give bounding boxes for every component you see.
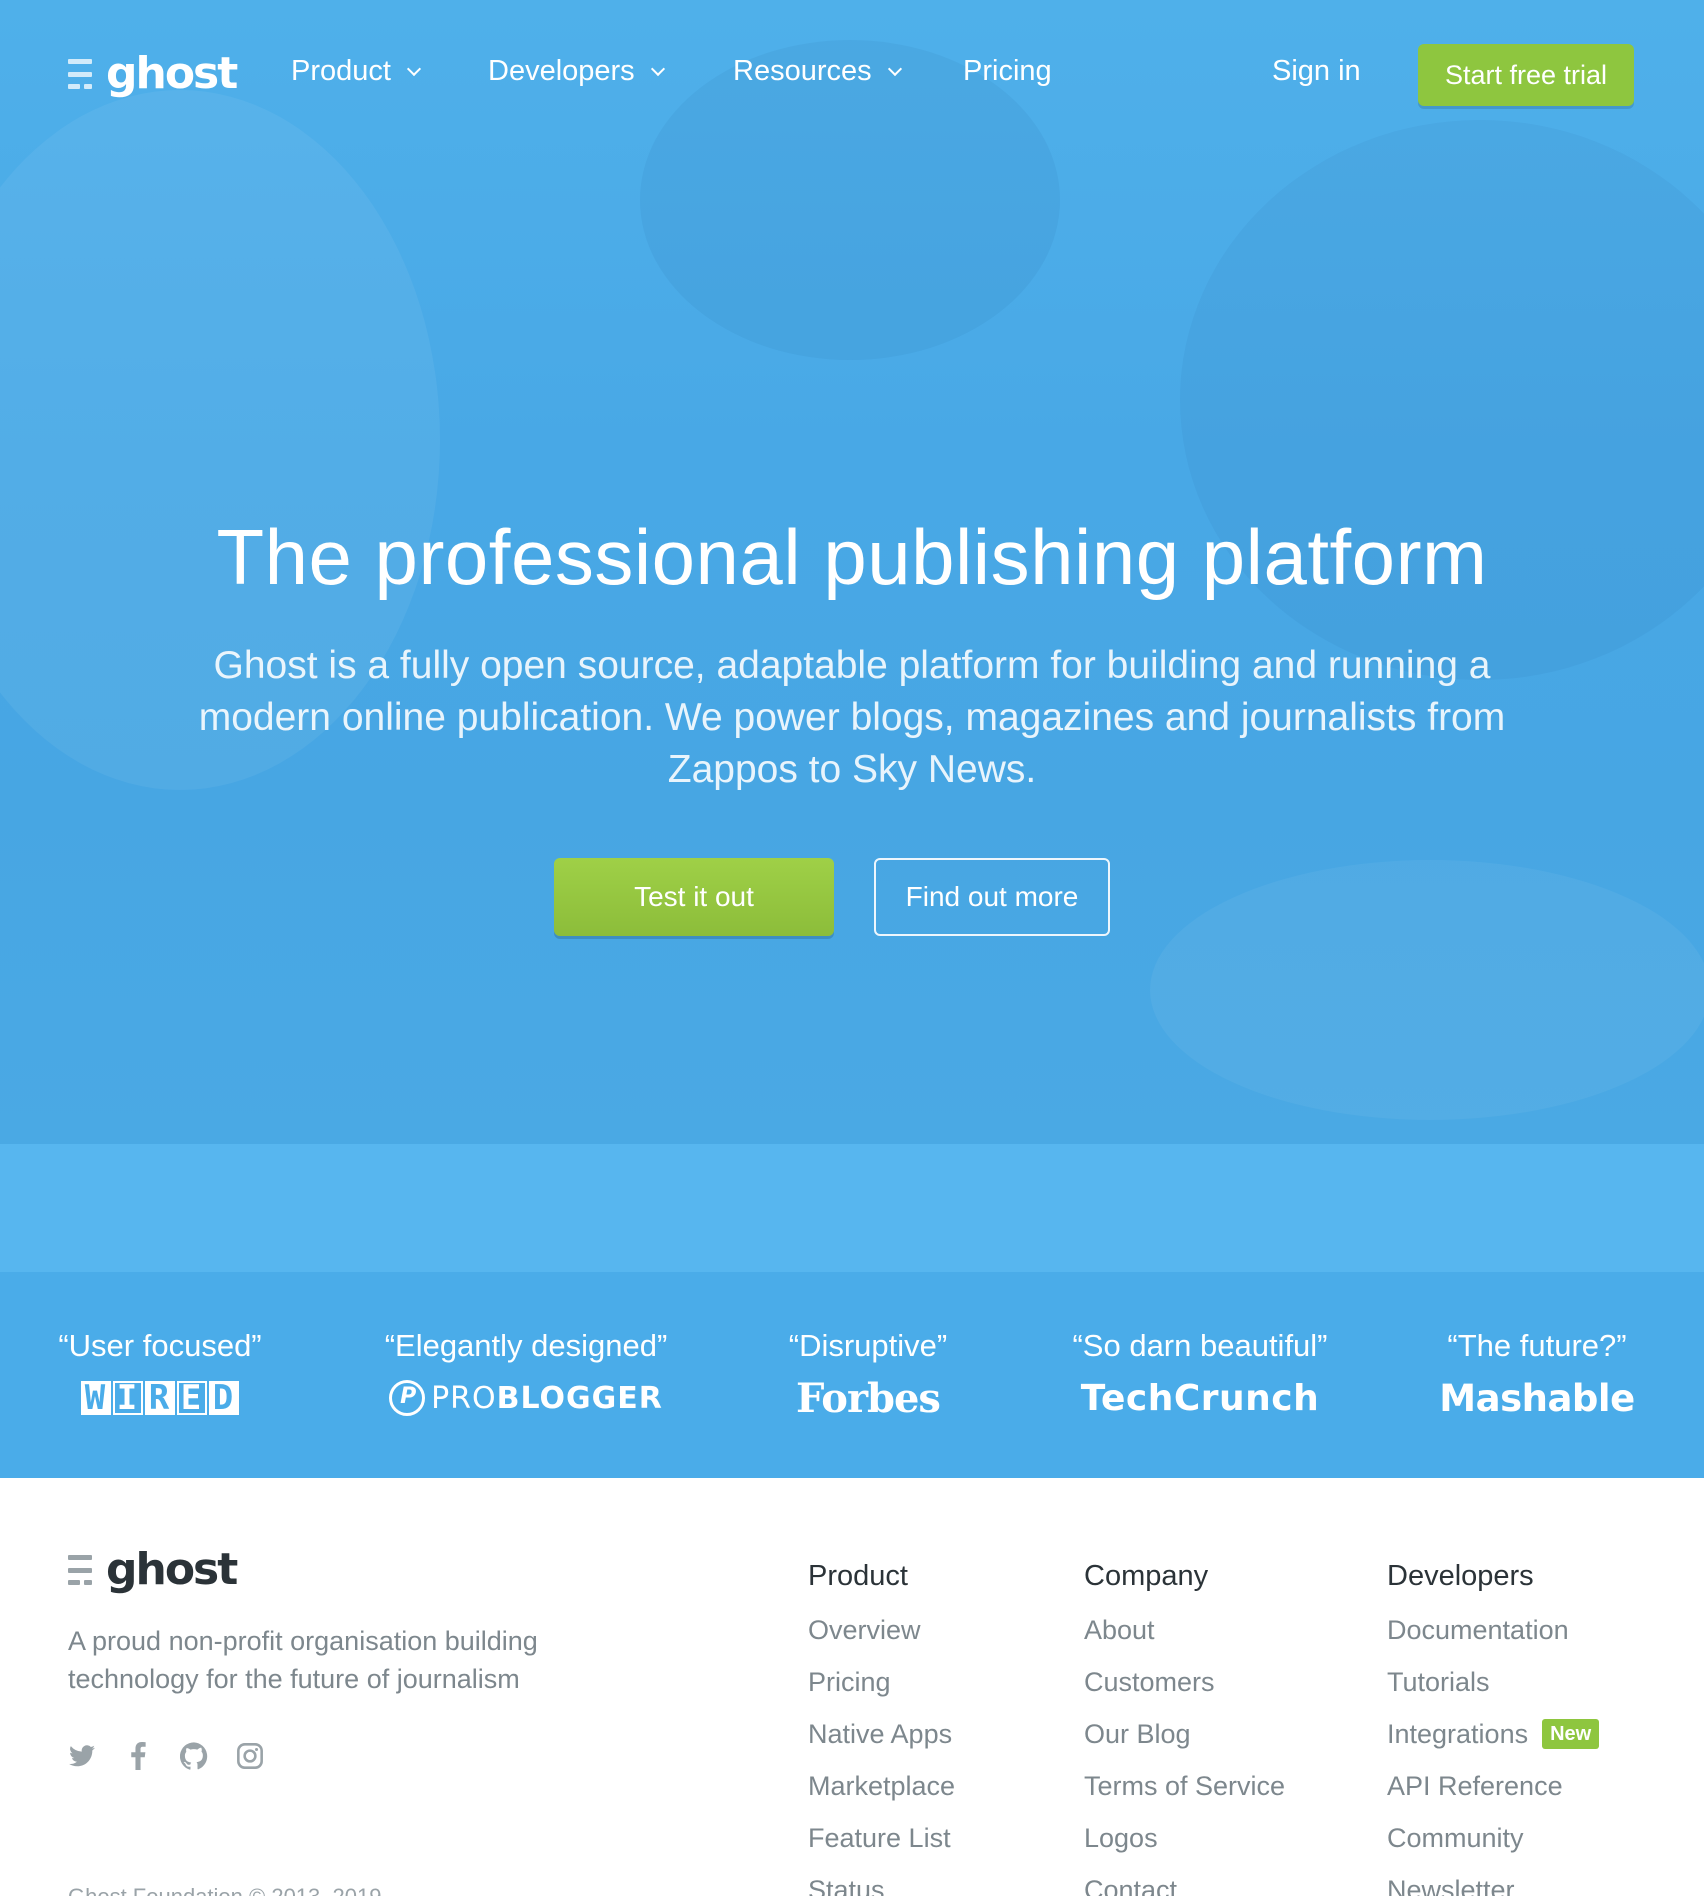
footer-column-company: Company About Customers Our Blog Terms o… bbox=[1084, 1560, 1285, 1896]
nav-item-label: Product bbox=[291, 55, 391, 87]
footer-column-product: Product Overview Pricing Native Apps Mar… bbox=[808, 1560, 955, 1896]
footer-link-about[interactable]: About bbox=[1084, 1613, 1155, 1647]
nav-item-developers[interactable]: Developers bbox=[488, 55, 665, 88]
site-footer: ghost A proud non-profit organisation bu… bbox=[0, 1478, 1704, 1896]
footer-link-newsletter[interactable]: Newsletter bbox=[1387, 1873, 1515, 1896]
footer-ghost-logo[interactable]: ghost bbox=[68, 1544, 238, 1595]
nav-item-product[interactable]: Product bbox=[291, 55, 422, 88]
ghost-logo[interactable]: ghost bbox=[68, 46, 238, 102]
footer-link-contact[interactable]: Contact bbox=[1084, 1873, 1177, 1896]
footer-link-pricing[interactable]: Pricing bbox=[808, 1665, 891, 1699]
forbes-logo: Forbes bbox=[796, 1374, 941, 1422]
nav-item-resources[interactable]: Resources bbox=[733, 55, 902, 88]
social-links bbox=[68, 1742, 264, 1770]
find-out-more-button[interactable]: Find out more bbox=[874, 858, 1110, 936]
press-quote-text: “So darn beautiful” bbox=[1072, 1328, 1328, 1363]
press-quote-text: “Elegantly designed” bbox=[384, 1328, 668, 1363]
ghost-logo-icon bbox=[68, 59, 96, 89]
footer-link-our-blog[interactable]: Our Blog bbox=[1084, 1717, 1191, 1751]
problogger-logo: PROBLOGGER bbox=[366, 1376, 686, 1420]
footer-column-heading: Developers bbox=[1387, 1560, 1534, 1592]
footer-link-documentation[interactable]: Documentation bbox=[1387, 1613, 1569, 1647]
press-quote-techcrunch: “So darn beautiful” TechCrunch bbox=[1056, 1328, 1344, 1420]
press-quote-mashable: “The future?” Mashable bbox=[1430, 1328, 1644, 1420]
facebook-icon[interactable] bbox=[124, 1742, 152, 1770]
problogger-mark-icon bbox=[389, 1380, 426, 1416]
nav-item-label: Developers bbox=[488, 55, 635, 87]
footer-link-integrations[interactable]: Integrations bbox=[1387, 1717, 1528, 1751]
start-free-trial-button[interactable]: Start free trial bbox=[1418, 44, 1634, 106]
press-quote-text: “Disruptive” bbox=[788, 1328, 948, 1363]
divider-band bbox=[0, 1144, 1704, 1272]
hero-subtitle: Ghost is a fully open source, adaptable … bbox=[198, 644, 1506, 791]
footer-column-heading: Company bbox=[1084, 1560, 1209, 1592]
chevron-down-icon bbox=[650, 61, 665, 76]
footer-link-native-apps[interactable]: Native Apps bbox=[808, 1717, 952, 1751]
press-quote-forbes: “Disruptive” Forbes bbox=[774, 1328, 962, 1422]
footer-link-customers[interactable]: Customers bbox=[1084, 1665, 1215, 1699]
footer-link-community[interactable]: Community bbox=[1387, 1821, 1524, 1855]
footer-link-feature-list[interactable]: Feature List bbox=[808, 1821, 951, 1855]
footer-link-status[interactable]: Status bbox=[808, 1873, 885, 1896]
logo-wordmark: ghost bbox=[106, 1544, 238, 1595]
hero-title: The professional publishing platform bbox=[216, 513, 1488, 601]
wired-logo: WIRED bbox=[40, 1376, 280, 1420]
hero-section: ghost Product Developers Resources Prici… bbox=[0, 0, 1704, 1144]
press-quote-wired: “User focused” WIRED bbox=[40, 1328, 280, 1420]
footer-column-developers: Developers Documentation Tutorials Integ… bbox=[1387, 1560, 1600, 1896]
copyright-text: Ghost Foundation © 2013–2019 bbox=[68, 1884, 381, 1896]
footer-link-terms-of-service[interactable]: Terms of Service bbox=[1084, 1769, 1285, 1803]
nav-item-label: Pricing bbox=[963, 55, 1052, 87]
instagram-icon[interactable] bbox=[236, 1742, 264, 1770]
footer-link-api-reference[interactable]: API Reference bbox=[1387, 1769, 1563, 1803]
chevron-down-icon bbox=[406, 61, 422, 76]
press-quote-text: “User focused” bbox=[58, 1328, 262, 1363]
footer-link-overview[interactable]: Overview bbox=[808, 1613, 921, 1647]
footer-tagline: A proud non-profit organisation building… bbox=[68, 1626, 538, 1694]
nav-item-pricing[interactable]: Pricing bbox=[963, 55, 1052, 88]
ghost-logo-icon bbox=[68, 1555, 96, 1585]
footer-link-tutorials[interactable]: Tutorials bbox=[1387, 1665, 1490, 1699]
footer-column-heading: Product bbox=[808, 1560, 908, 1592]
chevron-down-icon bbox=[887, 61, 902, 76]
new-badge: New bbox=[1542, 1719, 1600, 1749]
nav-item-label: Resources bbox=[733, 55, 872, 87]
github-icon[interactable] bbox=[180, 1742, 208, 1770]
press-quotes: “User focused” WIRED “Elegantly designed… bbox=[0, 1272, 1704, 1478]
test-it-out-button[interactable]: Test it out bbox=[554, 858, 834, 936]
sign-in-link[interactable]: Sign in bbox=[1272, 55, 1361, 88]
mashable-logo: Mashable bbox=[1439, 1376, 1635, 1420]
logo-wordmark: ghost bbox=[106, 48, 238, 99]
footer-link-logos[interactable]: Logos bbox=[1084, 1821, 1158, 1855]
top-navigation: ghost Product Developers Resources Prici… bbox=[0, 0, 1704, 150]
footer-link-marketplace[interactable]: Marketplace bbox=[808, 1769, 955, 1803]
press-quote-problogger: “Elegantly designed” PROBLOGGER bbox=[366, 1328, 686, 1420]
twitter-icon[interactable] bbox=[68, 1742, 96, 1770]
press-quote-text: “The future?” bbox=[1447, 1328, 1627, 1363]
hero-background-shape bbox=[1150, 860, 1704, 1120]
techcrunch-logo: TechCrunch bbox=[1080, 1377, 1320, 1419]
